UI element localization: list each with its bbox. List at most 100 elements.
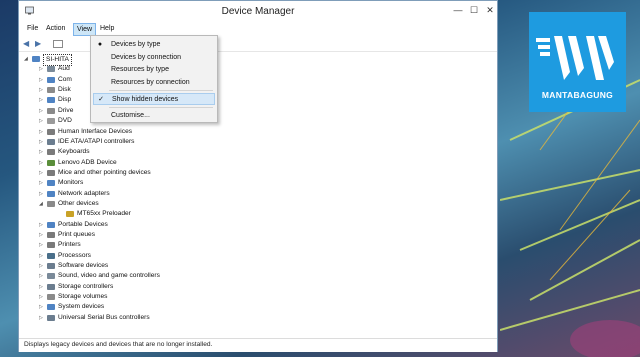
expand-arrow-icon[interactable]: ▷ (39, 189, 45, 199)
view-menu-item[interactable]: Resources by connection (93, 77, 215, 89)
view-menu-item-label: Resources by type (111, 66, 169, 73)
menu-separator (109, 106, 213, 108)
adb-icon (47, 159, 55, 166)
status-text: Displays legacy devices and devices that… (24, 341, 213, 348)
expand-arrow-icon[interactable]: ▷ (39, 116, 45, 126)
tree-item-label: Storage volumes (58, 293, 108, 301)
view-menu-item[interactable]: Resources by type (93, 64, 215, 76)
expand-arrow-icon[interactable]: ▷ (39, 137, 45, 147)
maximize-button[interactable]: ☐ (468, 4, 480, 16)
expand-arrow-icon[interactable]: ▷ (39, 220, 45, 230)
expand-arrow-icon[interactable]: ▷ (39, 168, 45, 178)
drive-icon (47, 107, 55, 114)
view-menu-item[interactable]: Customise... (93, 110, 215, 122)
expand-arrow-icon[interactable]: ▷ (39, 230, 45, 240)
expand-arrow-icon[interactable]: ▷ (39, 178, 45, 188)
hid-icon (47, 128, 55, 135)
checkmark-icon: ✓ (98, 96, 104, 103)
brand-mark-icon (536, 36, 614, 80)
tree-item-label: DVD (58, 117, 72, 125)
tree-item-label: Disp (58, 96, 72, 104)
close-button[interactable]: ✕ (484, 4, 496, 16)
window-title: Device Manager (221, 6, 295, 17)
tree-item-label: Human Interface Devices (58, 127, 133, 135)
menu-help[interactable]: Help (97, 23, 117, 35)
expand-arrow-icon[interactable]: ▷ (39, 282, 45, 292)
view-menu-item-label: Devices by connection (111, 53, 182, 61)
menu-separator (109, 89, 213, 91)
computer-icon (32, 56, 40, 62)
display-icon (47, 97, 55, 104)
printer-icon (47, 242, 55, 249)
expand-arrow-icon[interactable]: ▷ (39, 106, 45, 116)
speaker-icon (47, 66, 55, 73)
view-menu-item[interactable]: ✓ Show hidden devices (93, 93, 215, 105)
forward-arrow-icon[interactable]: ▶ (35, 40, 41, 48)
tree-item-label: Network adapters (58, 189, 110, 197)
properties-icon[interactable] (53, 40, 63, 48)
computer-icon (47, 76, 55, 83)
volume-icon (47, 294, 55, 301)
tree-item-label: Software devices (58, 262, 109, 270)
collapse-arrow-icon[interactable]: ◢ (39, 199, 45, 209)
menu-action[interactable]: Action (43, 23, 68, 35)
ide-icon (47, 138, 55, 145)
tree-item-label: Universal Serial Bus controllers (58, 313, 150, 321)
title-bar[interactable]: Device Manager — ☐ ✕ (19, 1, 497, 21)
network-icon (47, 190, 55, 197)
warning-device-icon (66, 211, 74, 218)
processor-icon (47, 252, 55, 259)
keyboard-icon (47, 149, 55, 156)
expand-arrow-icon[interactable]: ▷ (39, 75, 45, 85)
view-menu-item[interactable]: ● Devices by type (93, 39, 215, 51)
tree-item-label: Mice and other pointing devices (58, 168, 151, 176)
tree-item-label: IDE ATA/ATAPI controllers (58, 137, 135, 145)
tree-item-label: Printers (58, 241, 81, 249)
usb-icon (47, 314, 55, 321)
expand-arrow-icon[interactable]: ▷ (39, 95, 45, 105)
tree-item-label: Print queues (58, 231, 96, 238)
tree-item-label: Sound, video and game controllers (58, 272, 160, 280)
expand-arrow-icon[interactable]: ▷ (39, 158, 45, 168)
tree-item-label: Other devices (58, 199, 99, 207)
system-icon (47, 304, 55, 311)
expand-arrow-icon[interactable]: ▷ (39, 147, 45, 157)
tree-item-label: System devices (58, 303, 105, 311)
unknown-device-icon (47, 200, 55, 207)
expand-arrow-icon[interactable]: ▷ (39, 302, 45, 312)
expand-arrow-icon[interactable]: ▷ (39, 240, 45, 250)
brand-name: MANTABAGUNG (541, 90, 614, 100)
back-arrow-icon[interactable]: ◀ (23, 40, 29, 48)
status-bar: Displays legacy devices and devices that… (19, 338, 497, 352)
expand-arrow-icon[interactable]: ▷ (39, 261, 45, 271)
radio-bullet-icon: ● (97, 41, 103, 48)
tree-item-label: Aud (58, 65, 70, 73)
menu-bar: File Action View Help (19, 21, 497, 36)
tree-item-label: Portable Devices (58, 220, 108, 228)
printer-icon (47, 232, 55, 238)
expand-arrow-icon[interactable]: ▷ (39, 271, 45, 281)
tree-item-label: Com (58, 75, 72, 83)
expand-arrow-icon[interactable]: ▷ (39, 85, 45, 95)
expand-arrow-icon[interactable]: ▷ (39, 292, 45, 302)
view-menu-item-label: Devices by type (111, 41, 161, 48)
tree-item-label: Drive (58, 106, 74, 114)
view-menu-item[interactable]: Devices by connection (93, 52, 215, 64)
expand-arrow-icon[interactable]: ▷ (39, 64, 45, 74)
storage-icon (47, 283, 55, 290)
tree-item-label: Disk (58, 86, 71, 94)
expand-arrow-icon[interactable]: ▷ (39, 251, 45, 261)
menu-file[interactable]: File (24, 23, 41, 35)
tree-item-label: Monitors (58, 179, 84, 187)
dvd-icon (47, 118, 55, 125)
expand-arrow-icon[interactable]: ▷ (39, 313, 45, 323)
collapse-arrow-icon[interactable]: ◢ (24, 54, 30, 64)
expand-arrow-icon[interactable]: ▷ (39, 127, 45, 137)
portable-icon (47, 221, 55, 228)
disk-icon (47, 87, 55, 94)
tree-item-label: Storage controllers (58, 282, 114, 290)
brand-logo: MANTABAGUNG (529, 12, 626, 112)
minimize-button[interactable]: — (452, 4, 464, 16)
monitor-icon (47, 180, 55, 187)
mouse-icon (47, 169, 55, 176)
